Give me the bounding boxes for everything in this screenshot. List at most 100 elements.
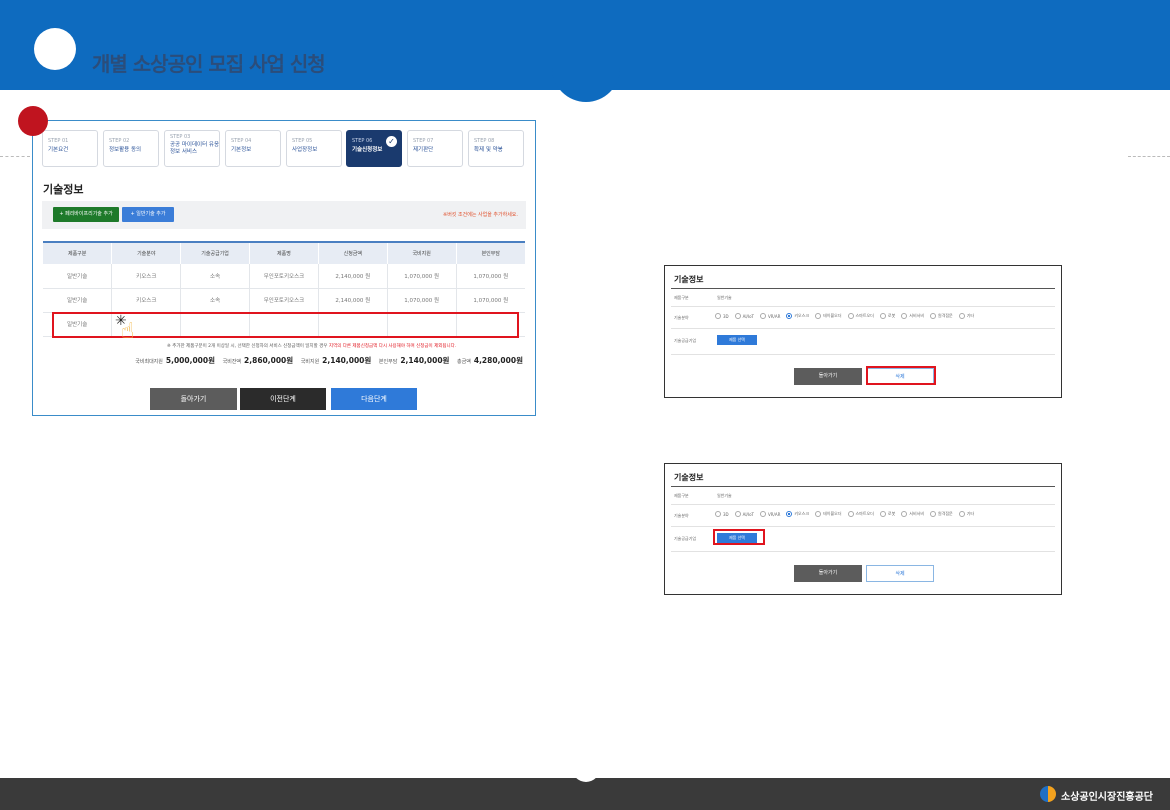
table-row[interactable]: 일반기술 키오스크 소속 무인포토키오스크 2,140,000 원 1,070,…: [43, 264, 525, 289]
radio-icon: [958, 511, 965, 517]
back-button[interactable]: 돌아가기: [150, 388, 237, 410]
radio-label: 서비서비: [909, 313, 925, 318]
radio-option[interactable]: VR/AR: [759, 313, 781, 319]
radio-option[interactable]: 3D: [715, 313, 729, 319]
toolbar-note: ※버킷 조건에는 사업을 추가하세요.: [443, 212, 518, 218]
radio-label: 서비서비: [909, 511, 925, 516]
table-cell: 키오스크: [111, 288, 182, 313]
radio-label: 로봇: [887, 511, 896, 516]
radio-option[interactable]: 3D: [715, 511, 729, 517]
radio-selected-icon: [786, 511, 793, 517]
summary-bar: 국비최대지원 5,000,000원 국비잔액 2,860,000원 국비지원 2,14…: [135, 355, 523, 366]
radio-label: 3D: [723, 313, 729, 319]
header-circle-badge: [34, 28, 76, 70]
summary-label: 본인부담: [378, 359, 398, 365]
notice-red: 지역의 다른 제품신청금액 다시 사용해야 하며 신청금이 제외됩니다.: [328, 344, 457, 349]
radio-selected-icon: [786, 313, 793, 319]
radio-option[interactable]: 원격점문: [930, 313, 953, 319]
table-cell: 1,070,000 원: [456, 264, 525, 289]
step-label: 확제 및 약봉: [474, 147, 503, 153]
radio-label: 로봇: [887, 313, 896, 318]
step-2[interactable]: STEP 02 정보활용 동의: [103, 130, 159, 167]
delete-button[interactable]: 삭제: [866, 565, 934, 582]
radio-option[interactable]: 스마트오더: [847, 313, 874, 319]
pointer-hand-icon: ☝: [121, 319, 135, 344]
radio-icon: [734, 313, 741, 319]
radio-option[interactable]: VR/AR: [759, 511, 781, 517]
radio-icon: [930, 511, 937, 517]
section-title: 기술정보: [43, 183, 84, 196]
divider: [671, 288, 1055, 289]
radio-option[interactable]: 서비서비: [901, 511, 924, 517]
radio-label: 테이블오더: [823, 511, 842, 516]
prev-step-button[interactable]: 이전단계: [240, 388, 326, 410]
radio-label: VR/AR: [767, 313, 781, 319]
step-4[interactable]: STEP 04 기본정보: [225, 130, 281, 167]
check-icon: ✓: [386, 136, 397, 147]
table-cell: 일반기술: [43, 264, 113, 289]
org-logo-icon: [1040, 786, 1056, 802]
radio-label: AI/IoT: [742, 313, 754, 319]
row-label: 기술분야: [674, 315, 689, 320]
step-7[interactable]: STEP 07 제기판단: [407, 130, 463, 167]
radio-option[interactable]: 스마트오더: [847, 511, 874, 517]
step-label: 공공 마이데이터 유응정보 서비스: [170, 142, 220, 155]
step-label: 제기판단: [413, 147, 434, 153]
col-header: 신청금액: [318, 241, 388, 264]
radio-option[interactable]: 기타: [958, 511, 974, 517]
summary-label: 국비잔액: [222, 359, 242, 365]
divider-right: [1128, 156, 1170, 157]
radio-option[interactable]: AI/IoT: [734, 313, 754, 319]
table-cell: 소속: [180, 264, 251, 289]
summary-value: 4,280,000원: [473, 356, 523, 365]
radio-option[interactable]: 테이블오더: [815, 313, 842, 319]
radio-option[interactable]: AI/IoT: [734, 511, 754, 517]
row-label: 기술분야: [674, 513, 689, 518]
page-title: 개별 소상공인 모집 사업 신청: [92, 52, 326, 76]
radio-icon: [815, 313, 822, 319]
radio-option[interactable]: 로봇: [879, 313, 896, 319]
table-row[interactable]: 일반기술 키오스크 소속 무인포토키오스크 2,140,000 원 1,070,…: [43, 288, 525, 313]
summary-label: 국비최대지원: [135, 359, 163, 365]
radio-label: 스마트오더: [855, 313, 874, 318]
toolbar: + 페리바이프리기술 추가 + 일반기술 추가 ※버킷 조건에는 사업을 추가하…: [42, 201, 526, 229]
next-step-button[interactable]: 다음단계: [331, 388, 417, 410]
step-5[interactable]: STEP 05 사업장정보: [286, 130, 342, 167]
table-cell: 1,070,000 원: [456, 288, 525, 313]
radio-option[interactable]: 로봇: [879, 511, 896, 517]
step-number: STEP 07: [413, 138, 434, 144]
step-1[interactable]: STEP 01 기본요건: [42, 130, 98, 167]
step-6-active[interactable]: STEP 06 기술신청정보 ✓: [346, 130, 402, 167]
header-tab-notch: [552, 60, 620, 102]
add-smart-tech-button[interactable]: + 페리바이프리기술 추가: [53, 207, 119, 222]
radio-option[interactable]: 테이블오더: [815, 511, 842, 517]
radio-icon: [759, 313, 766, 319]
back-button[interactable]: 돌아가기: [794, 368, 862, 385]
radio-option[interactable]: 서비서비: [901, 313, 924, 319]
table-cell: 무인포토키오스크: [249, 288, 319, 313]
radio-icon: [958, 313, 965, 319]
step-8[interactable]: STEP 08 확제 및 약봉: [468, 130, 524, 167]
radio-icon: [847, 511, 854, 517]
step-number: STEP 06: [352, 138, 373, 144]
add-general-tech-button[interactable]: + 일반기술 추가: [122, 207, 174, 222]
radio-option-selected[interactable]: 키오스크: [786, 313, 809, 319]
tech-field-radio-group: 3D AI/IoT VR/AR 키오스크 테이블오더 스마트오더 로봇 서비서비…: [715, 511, 974, 517]
radio-label: 원격점문: [938, 511, 953, 516]
radio-option[interactable]: 원격점문: [930, 511, 953, 517]
radio-label: VR/AR: [767, 511, 781, 517]
radio-label: 3D: [723, 511, 729, 517]
radio-option[interactable]: 기타: [958, 313, 974, 319]
highlight-box: [713, 529, 765, 545]
panel-title: 기술정보: [674, 275, 704, 284]
summary-value: 2,140,000원: [322, 356, 372, 365]
radio-icon: [815, 511, 822, 517]
step-3[interactable]: STEP 03 공공 마이데이터 유응정보 서비스: [164, 130, 220, 167]
tech-field-radio-group: 3D AI/IoT VR/AR 키오스크 테이블오더 스마트오더 로봇 서비서비…: [715, 313, 974, 319]
select-product-button[interactable]: 제품 선택: [717, 335, 757, 345]
back-button[interactable]: 돌아가기: [794, 565, 862, 582]
page-footer: 소상공인시장진흥공단: [0, 778, 1170, 810]
col-header: 국비지원: [387, 241, 457, 264]
radio-option-selected[interactable]: 키오스크: [786, 511, 809, 517]
table-cell: 2,140,000 원: [318, 288, 388, 313]
